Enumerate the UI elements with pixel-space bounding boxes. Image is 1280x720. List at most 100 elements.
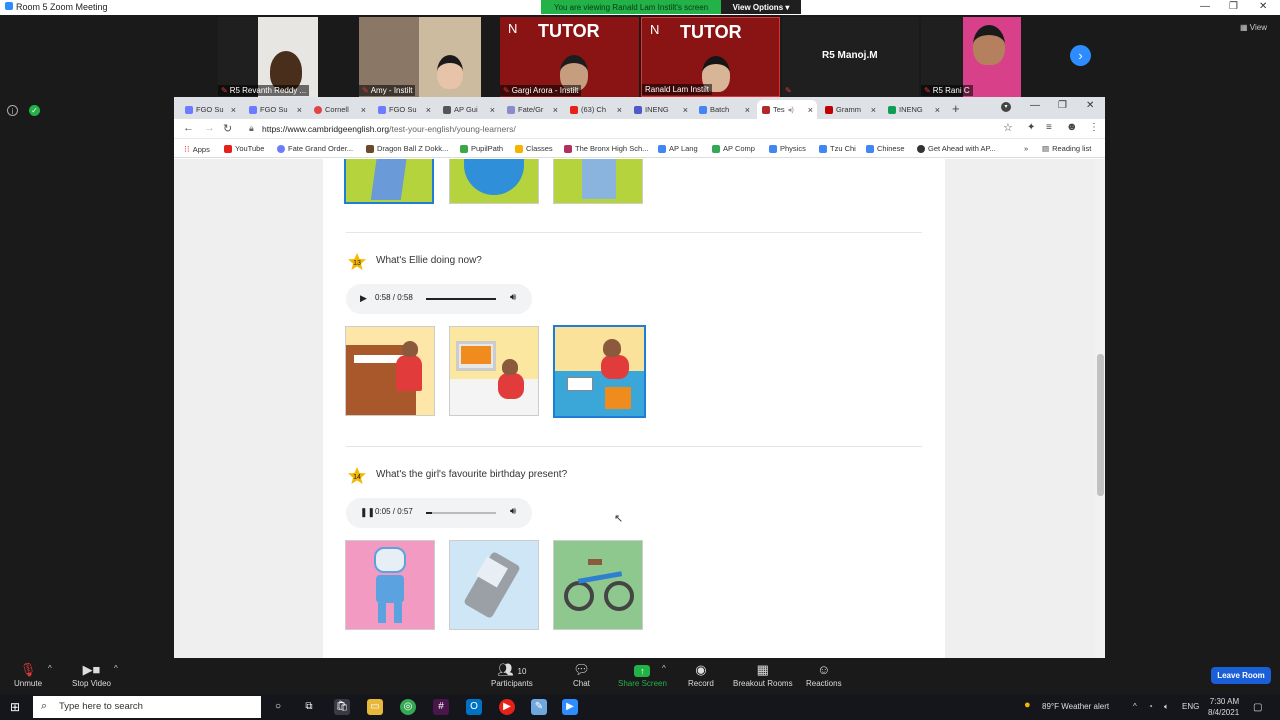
participants-button[interactable]: 👥︎ 10 Participants xyxy=(491,662,533,688)
profile-avatar-icon[interactable]: ☻ xyxy=(1066,121,1078,133)
tab-close-icon[interactable]: × xyxy=(231,105,236,115)
audio-progress[interactable] xyxy=(426,512,496,514)
security-shield-icon[interactable]: ✓ xyxy=(29,105,40,116)
notepad-icon[interactable]: ✎ xyxy=(531,699,547,715)
audio-player[interactable]: ▶ 0:58 / 0:58 🔊︎ xyxy=(346,284,532,314)
reactions-button[interactable]: ☺ Reactions xyxy=(806,662,842,688)
chrome-icon[interactable]: ◎ xyxy=(400,699,416,715)
outlook-icon[interactable]: O xyxy=(466,699,482,715)
scrollbar-thumb[interactable] xyxy=(1097,354,1104,496)
answer-picture-homework-selected[interactable] xyxy=(553,325,646,418)
video-options-caret-icon[interactable]: ^ xyxy=(114,664,118,673)
bookmark-item[interactable]: AP Lang xyxy=(658,144,698,153)
audio-progress[interactable] xyxy=(426,298,496,300)
participant-tile[interactable]: ✎ R5 Rani C xyxy=(921,17,1021,97)
tab-close-icon[interactable]: × xyxy=(617,105,622,115)
cortana-icon[interactable]: ○ xyxy=(270,699,286,715)
answer-picture-skirt[interactable] xyxy=(449,159,539,204)
record-button[interactable]: ◉ Record xyxy=(688,662,714,688)
answer-picture-phone[interactable] xyxy=(449,540,539,630)
chat-button[interactable]: 💬︎ Chat xyxy=(573,662,590,688)
breakout-rooms-button[interactable]: ▦ Breakout Rooms xyxy=(733,662,793,688)
browser-tab[interactable]: Batch × xyxy=(694,100,754,119)
notifications-icon[interactable]: ▢ xyxy=(1253,702,1262,713)
share-screen-button[interactable]: ↑ Share Screen xyxy=(618,662,667,688)
clock[interactable]: 7:30 AM 8/4/2021 xyxy=(1208,696,1239,718)
participant-tile[interactable]: ✎ Amy - Instilt xyxy=(359,17,481,97)
browser-tab[interactable]: Gramm × xyxy=(820,100,880,119)
audio-player[interactable]: ❚❚ 0:05 / 0:57 🔊︎ xyxy=(346,498,532,528)
tab-close-icon[interactable]: × xyxy=(426,105,431,115)
browser-close-icon[interactable]: ✕ xyxy=(1086,100,1094,111)
browser-tab-active[interactable]: Tes ◂) × xyxy=(757,100,817,119)
tab-close-icon[interactable]: × xyxy=(553,105,558,115)
bookmark-item[interactable]: The Bronx High Sch... xyxy=(564,144,648,153)
browser-tab[interactable]: INENG × xyxy=(629,100,692,119)
share-options-caret-icon[interactable]: ^ xyxy=(662,664,666,673)
zoom-taskbar-icon[interactable]: ▶ xyxy=(562,699,578,715)
answer-picture-jeans[interactable] xyxy=(553,159,643,204)
tab-close-icon[interactable]: × xyxy=(490,105,495,115)
weather-sun-icon[interactable]: ● xyxy=(1024,699,1031,711)
browser-tab[interactable]: Fate/Gr × xyxy=(502,100,562,119)
tab-close-icon[interactable]: × xyxy=(871,105,876,115)
bookmark-item[interactable]: Dragon Ball Z Dokk... xyxy=(366,144,448,153)
language-indicator[interactable]: ENG xyxy=(1182,702,1199,711)
browser-minimize-icon[interactable]: — xyxy=(1030,100,1040,111)
info-icon[interactable]: i xyxy=(7,105,18,116)
tab-close-icon[interactable]: × xyxy=(683,105,688,115)
bookmark-item[interactable]: YouTube xyxy=(224,144,264,153)
bookmark-item[interactable]: AP Comp xyxy=(712,144,755,153)
tab-close-icon[interactable]: × xyxy=(808,105,813,115)
browser-tab[interactable]: (63) Ch × xyxy=(565,100,626,119)
browser-tab[interactable]: Cornell × xyxy=(309,100,370,119)
answer-picture-computer[interactable] xyxy=(449,326,539,416)
answer-picture-robot[interactable] xyxy=(345,540,435,630)
browser-tab[interactable]: INENG × xyxy=(883,100,944,119)
participant-tile[interactable]: R5 Manoj.M ✎ xyxy=(782,17,919,97)
browser-tab[interactable]: FGO Su × xyxy=(373,100,435,119)
media-player-icon[interactable]: ▶ xyxy=(499,699,515,715)
participant-tile[interactable]: N TUTOR ✎ Gargi Arora - Instilt xyxy=(500,17,639,97)
back-icon[interactable]: ← xyxy=(183,122,194,134)
stop-video-button[interactable]: ▶︎■ Stop Video xyxy=(72,662,111,688)
audio-options-caret-icon[interactable]: ^ xyxy=(48,664,52,673)
play-icon[interactable]: ▶ xyxy=(360,293,367,304)
bookmark-item[interactable]: Fate Grand Order... xyxy=(277,144,353,153)
browser-tab[interactable]: FGO Su × xyxy=(244,100,306,119)
participant-tile[interactable]: ✎ R5 Revanth Reddy ... xyxy=(218,17,318,97)
lock-icon[interactable]: 🔒︎ xyxy=(249,123,254,134)
media-control-icon[interactable]: ≡ xyxy=(1046,122,1052,133)
view-button[interactable]: ▦ View xyxy=(1240,23,1267,32)
tab-search-icon[interactable]: ▾ xyxy=(1001,102,1011,112)
task-view-icon[interactable]: ⧉ xyxy=(301,699,317,715)
more-bookmarks-button[interactable]: » xyxy=(1024,144,1028,153)
tab-close-icon[interactable]: × xyxy=(297,105,302,115)
reading-list-button[interactable]: ▤ Reading list xyxy=(1042,144,1091,153)
view-options-button[interactable]: View Options ▾ xyxy=(721,0,801,14)
restore-icon[interactable]: ❐ xyxy=(1229,1,1238,12)
tab-close-icon[interactable]: × xyxy=(745,105,750,115)
answer-picture-trousers[interactable] xyxy=(344,159,434,204)
minimize-icon[interactable]: — xyxy=(1200,1,1210,12)
page-scrollbar[interactable] xyxy=(1095,159,1105,658)
answer-picture-bike[interactable] xyxy=(553,540,643,630)
volume-icon[interactable]: 🔊︎ xyxy=(510,506,516,517)
browser-tab[interactable]: AP Gui × xyxy=(438,100,499,119)
extensions-icon[interactable]: ✦ xyxy=(1027,122,1035,133)
volume-icon[interactable]: 🔊︎ xyxy=(510,292,516,303)
leave-room-button[interactable]: Leave Room xyxy=(1211,667,1271,684)
close-icon[interactable]: ✕ xyxy=(1259,1,1267,12)
file-explorer-icon[interactable]: ▭ xyxy=(367,699,383,715)
answer-picture-piano[interactable] xyxy=(345,326,435,416)
store-icon[interactable]: 🛍︎ xyxy=(334,699,350,715)
bookmark-star-icon[interactable]: ☆ xyxy=(1003,121,1013,134)
slack-icon[interactable]: # xyxy=(433,699,449,715)
address-bar[interactable]: https://www.cambridgeenglish.org/test-yo… xyxy=(262,124,516,134)
volume-tray-icon[interactable]: 🔈︎ xyxy=(1164,702,1169,712)
network-icon[interactable]: ◔ xyxy=(1148,702,1153,711)
tab-close-icon[interactable]: × xyxy=(935,105,940,115)
new-tab-icon[interactable]: + xyxy=(952,101,960,116)
unmute-button[interactable]: 🎙︎ Unmute xyxy=(14,662,42,688)
participant-tile-active-speaker[interactable]: N TUTOR Ranald Lam Instilt xyxy=(641,17,780,97)
